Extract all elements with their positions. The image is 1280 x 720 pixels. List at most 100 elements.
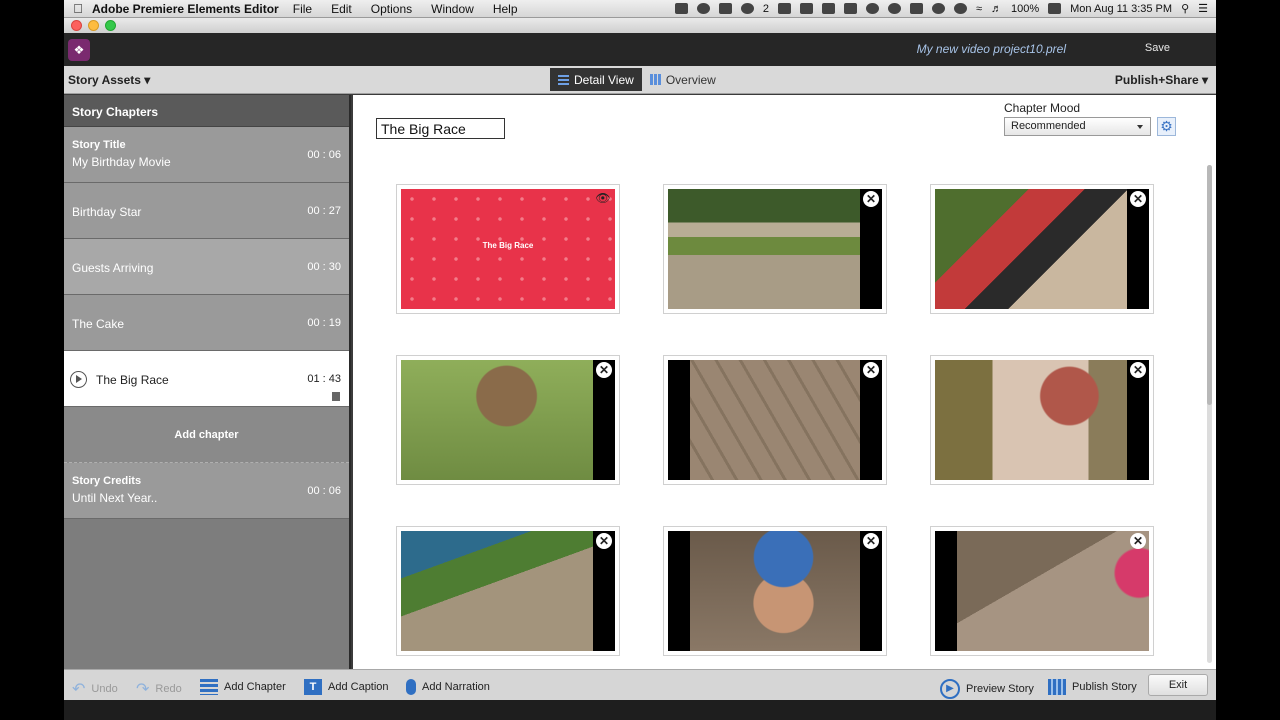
add-caption-button[interactable]: T Add Caption [304,679,389,695]
trash-icon[interactable] [332,392,340,401]
chapter-mood-select[interactable]: Recommended [1004,117,1151,136]
preview-story-button[interactable]: ▶ Preview Story [940,679,1034,699]
vertical-scrollbar[interactable] [1207,165,1212,663]
chapter-item[interactable]: The Cake 00 : 19 [64,295,349,351]
redo-button[interactable]: ↷ Redo [136,679,182,699]
story-chapters-sidebar: Story Chapters Story Title My Birthday M… [64,95,351,669]
zoom-window-button[interactable] [105,20,116,31]
chapter-mood-value: Recommended [1011,120,1086,132]
drive-icon[interactable] [740,3,754,14]
video-clip[interactable]: ✕ [930,526,1154,656]
airplay-icon[interactable] [909,3,923,14]
video-frame [935,360,1127,480]
project-name: My new video project10.prel [916,42,1066,56]
status-icon[interactable] [777,3,791,14]
close-icon[interactable]: ✕ [596,362,612,378]
chapter-item[interactable]: Birthday Star 00 : 27 [64,183,349,239]
chapter-name: Birthday Star [72,205,142,219]
menu-edit[interactable]: Edit [331,2,352,16]
scrollbar-thumb[interactable] [1207,165,1212,405]
clip-thumbnail: ✕ [935,189,1149,309]
close-icon[interactable]: ✕ [1130,191,1146,207]
add-narration-button[interactable]: Add Narration [406,679,490,695]
close-window-button[interactable] [71,20,82,31]
close-icon[interactable]: ✕ [863,362,879,378]
video-clip[interactable]: ✕ [663,526,887,656]
bluetooth-icon[interactable] [953,3,967,14]
menu-file[interactable]: File [293,2,312,16]
story-credits-label: Story Credits [72,475,142,487]
wifi-icon[interactable]: ≈ [976,3,982,15]
menu-help[interactable]: Help [493,2,518,16]
exit-button[interactable]: Exit [1148,674,1208,696]
story-title-value: My Birthday Movie [72,155,171,169]
video-clip[interactable]: ✕ [396,355,620,485]
chapter-duration: 00 : 27 [307,205,341,217]
clip-thumbnail: ✕ [401,360,615,480]
search-icon[interactable]: ⚲ [1181,2,1189,15]
shield-icon[interactable] [821,3,835,14]
close-icon[interactable]: ✕ [863,533,879,549]
status-icon[interactable] [799,3,813,14]
story-title-item[interactable]: Story Title My Birthday Movie 00 : 06 [64,127,349,183]
tab-detail-view[interactable]: Detail View [550,68,642,91]
eye-icon[interactable]: 👁 [594,191,612,205]
video-clip[interactable]: ✕ [396,526,620,656]
menu-options[interactable]: Options [371,2,412,16]
video-clip[interactable]: ✕ [930,355,1154,485]
status-icon[interactable] [674,3,688,14]
apple-icon[interactable]:  [64,1,92,16]
clock[interactable]: Mon Aug 11 3:35 PM [1070,3,1172,15]
add-chapter-button[interactable]: Add Chapter [200,679,286,695]
save-button[interactable]: Save [1145,42,1170,54]
play-icon[interactable] [70,371,87,388]
tab-overview[interactable]: Overview [642,68,724,91]
video-clip[interactable]: ✕ [663,355,887,485]
menu-window[interactable]: Window [431,2,474,16]
close-icon[interactable]: ✕ [1130,533,1146,549]
clip-thumbnail: ✕ [935,531,1149,651]
story-title-label: Story Title [72,139,126,151]
view-tabs: Detail View Overview [550,68,724,91]
battery-icon [1048,3,1062,14]
tab-overview-label: Overview [665,72,716,87]
app-window:  Adobe Premiere Elements Editor File Ed… [64,0,1216,720]
close-icon[interactable]: ✕ [1130,362,1146,378]
status-icon[interactable] [696,3,710,14]
film-icon [1048,679,1066,695]
minimize-window-button[interactable] [88,20,99,31]
video-frame [690,360,860,480]
list-icon[interactable]: ☰ [1198,2,1208,15]
close-icon[interactable]: ✕ [596,533,612,549]
display-icon[interactable] [843,3,857,14]
app-menu[interactable]: Adobe Premiere Elements Editor [92,2,279,16]
grid-view-icon [649,74,661,85]
publish-story-button[interactable]: Publish Story [1048,679,1137,695]
redo-icon: ↷ [136,681,150,698]
video-clip[interactable]: ✕ [930,184,1154,314]
video-frame [957,531,1149,651]
video-frame [935,189,1127,309]
sync-icon[interactable] [887,3,901,14]
close-icon[interactable]: ✕ [863,191,879,207]
chapter-title-input[interactable] [376,118,505,139]
title-card-clip[interactable]: The Big Race 👁 [396,184,620,314]
cloud-icon[interactable] [865,3,879,14]
chapter-item-selected[interactable]: The Big Race 01 : 43 [64,351,349,407]
chapter-item[interactable]: Guests Arriving 00 : 30 [64,239,349,295]
window-title-bar [64,18,1216,33]
undo-button[interactable]: ↶ Undo [72,679,118,699]
story-assets-dropdown[interactable]: Story Assets ▾ [68,73,150,87]
story-credits-item[interactable]: Story Credits Until Next Year.. 00 : 06 [64,463,349,519]
battery-level[interactable]: 100% [1011,3,1039,15]
video-clip[interactable]: ✕ [663,184,887,314]
status-area: 2 ≈ ♬ 100% Mon Aug 11 3:35 PM ⚲ ☰ [674,2,1216,15]
add-chapter-slot[interactable]: Add chapter [64,407,349,463]
chapter-mood-label: Chapter Mood [1004,101,1081,115]
gear-icon[interactable]: ⚙ [1157,117,1176,136]
story-assets-label: Story Assets [68,73,141,87]
publish-share-dropdown[interactable]: Publish+Share ▾ [1115,73,1208,87]
volume-icon[interactable]: ♬ [991,3,1002,15]
dropbox-icon[interactable] [718,3,732,14]
time-machine-icon[interactable] [931,3,945,14]
